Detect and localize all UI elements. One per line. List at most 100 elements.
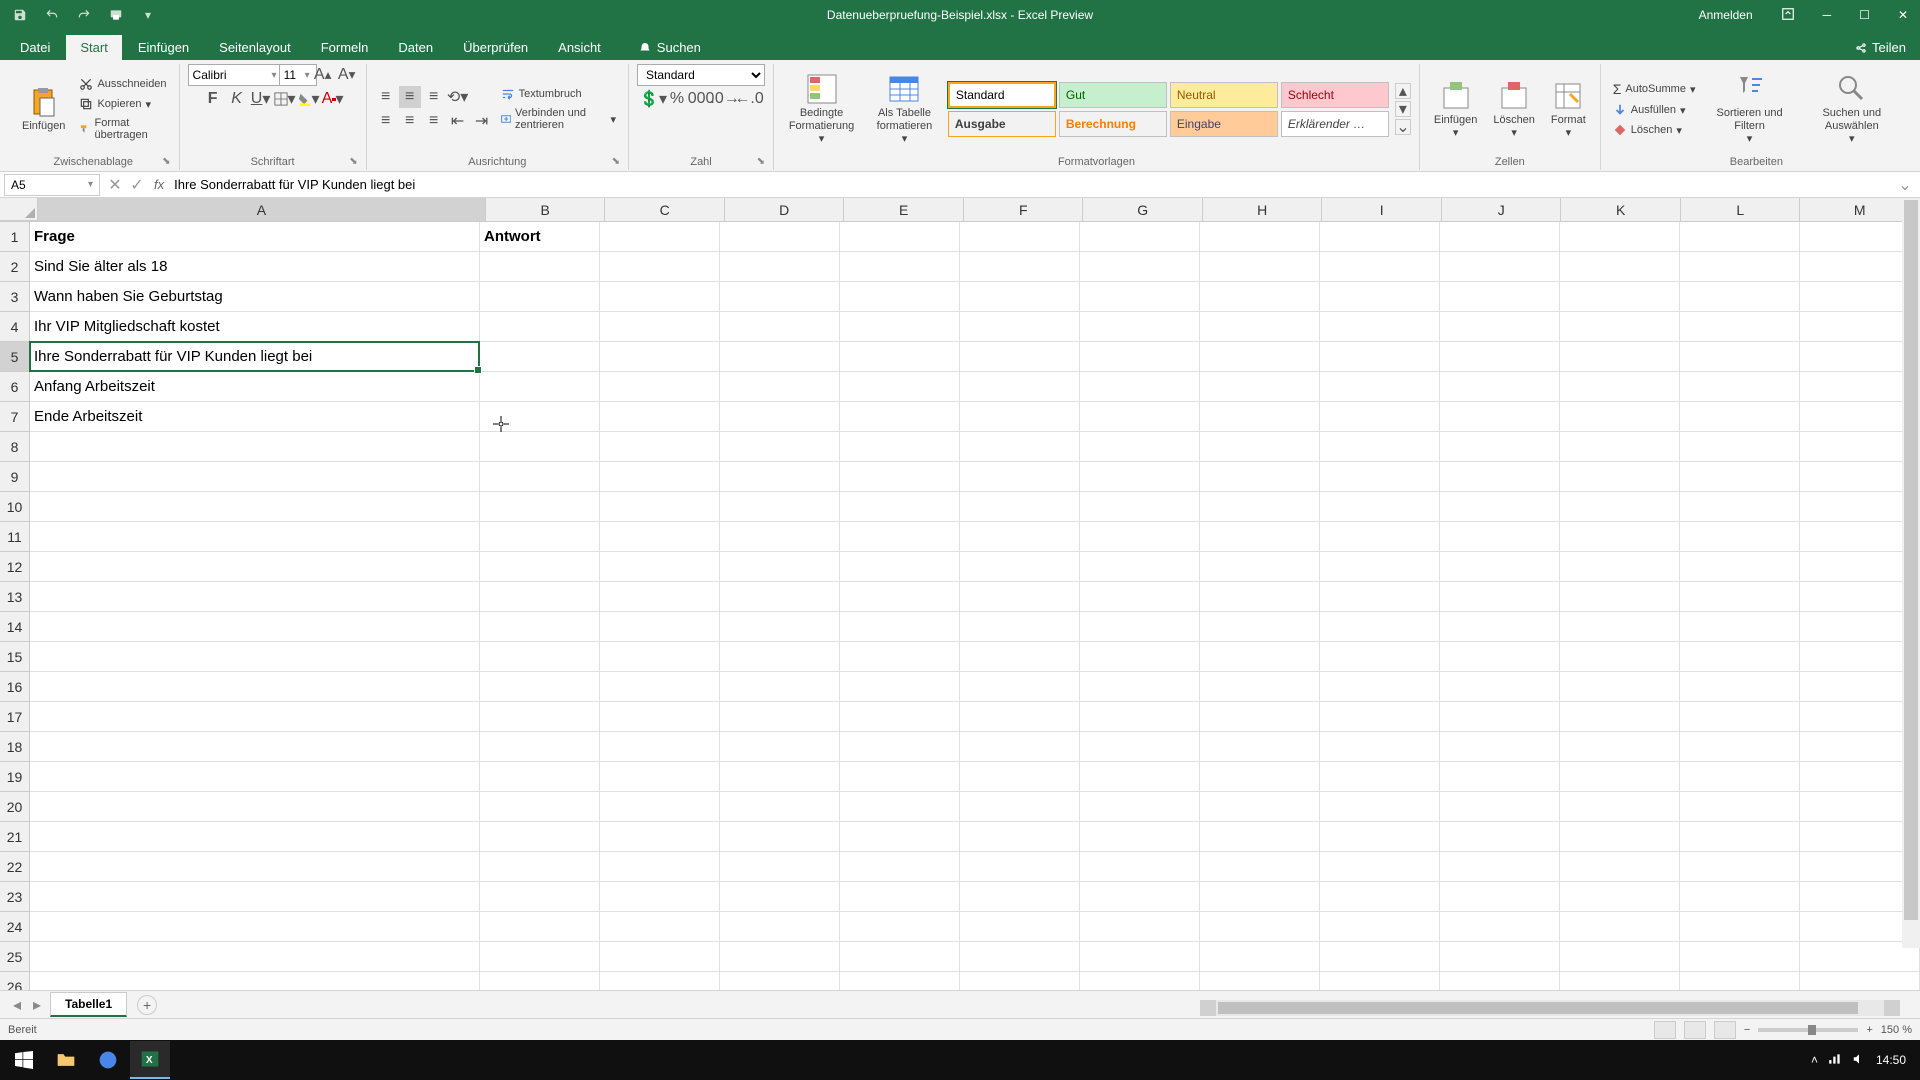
cell-L8[interactable] [1680, 432, 1800, 462]
row-header-2[interactable]: 2 [0, 252, 30, 282]
tell-me-search[interactable]: Suchen [629, 35, 711, 60]
cell-G18[interactable] [1080, 732, 1200, 762]
zoom-level[interactable]: 150 % [1881, 1024, 1912, 1036]
col-header-H[interactable]: H [1203, 198, 1323, 221]
cell-B9[interactable] [480, 462, 600, 492]
align-top-button[interactable]: ≡ [375, 86, 397, 108]
cell-A2[interactable]: Sind Sie älter als 18 [30, 252, 480, 282]
cell-F2[interactable] [960, 252, 1080, 282]
cell-E6[interactable] [840, 372, 960, 402]
align-center-button[interactable]: ≡ [399, 110, 421, 132]
enter-formula-button[interactable]: ✓ [126, 174, 148, 196]
cell-I25[interactable] [1320, 942, 1440, 972]
row-header-7[interactable]: 7 [0, 402, 30, 432]
cell-I19[interactable] [1320, 762, 1440, 792]
row-header-11[interactable]: 11 [0, 522, 30, 552]
cell-E9[interactable] [840, 462, 960, 492]
cell-style-erklaerender[interactable]: Erklärender … [1281, 111, 1389, 137]
cell-H15[interactable] [1200, 642, 1320, 672]
undo-button[interactable] [40, 4, 64, 26]
cell-L16[interactable] [1680, 672, 1800, 702]
cell-H12[interactable] [1200, 552, 1320, 582]
row-header-5[interactable]: 5 [0, 342, 30, 372]
taskbar-excel[interactable]: X [130, 1041, 170, 1079]
cell-F3[interactable] [960, 282, 1080, 312]
cell-E18[interactable] [840, 732, 960, 762]
cell-K6[interactable] [1560, 372, 1680, 402]
cell-A21[interactable] [30, 822, 480, 852]
windows-start-button[interactable] [4, 1041, 44, 1079]
cell-A24[interactable] [30, 912, 480, 942]
cell-E25[interactable] [840, 942, 960, 972]
cell-H10[interactable] [1200, 492, 1320, 522]
cell-L3[interactable] [1680, 282, 1800, 312]
cell-C1[interactable] [600, 222, 720, 252]
cell-style-eingabe[interactable]: Eingabe [1170, 111, 1278, 137]
cell-J17[interactable] [1440, 702, 1560, 732]
cell-I17[interactable] [1320, 702, 1440, 732]
save-button[interactable] [8, 4, 32, 26]
cell-I1[interactable] [1320, 222, 1440, 252]
tab-ansicht[interactable]: Ansicht [544, 35, 615, 60]
cell-J12[interactable] [1440, 552, 1560, 582]
cell-J1[interactable] [1440, 222, 1560, 252]
cell-A8[interactable] [30, 432, 480, 462]
cell-D23[interactable] [720, 882, 840, 912]
italic-button[interactable]: K [226, 88, 248, 110]
cell-E26[interactable] [840, 972, 960, 990]
tab-datei[interactable]: Datei [6, 35, 64, 60]
cell-J9[interactable] [1440, 462, 1560, 492]
cell-B11[interactable] [480, 522, 600, 552]
cell-B13[interactable] [480, 582, 600, 612]
cell-G16[interactable] [1080, 672, 1200, 702]
col-header-B[interactable]: B [486, 198, 606, 221]
cell-B2[interactable] [480, 252, 600, 282]
cell-F1[interactable] [960, 222, 1080, 252]
vertical-scrollbar[interactable] [1902, 198, 1920, 948]
minimize-button[interactable]: ─ [1811, 2, 1844, 28]
cell-K4[interactable] [1560, 312, 1680, 342]
increase-decimal-button[interactable]: .0→ [714, 88, 736, 110]
cell-J4[interactable] [1440, 312, 1560, 342]
cell-L21[interactable] [1680, 822, 1800, 852]
cell-I16[interactable] [1320, 672, 1440, 702]
format-as-table-button[interactable]: Als Tabelle formatieren▾ [865, 71, 944, 146]
cell-D13[interactable] [720, 582, 840, 612]
cell-A9[interactable] [30, 462, 480, 492]
cell-J8[interactable] [1440, 432, 1560, 462]
sheet-tab-tabelle1[interactable]: Tabelle1 [50, 992, 127, 1017]
cell-I18[interactable] [1320, 732, 1440, 762]
row-header-4[interactable]: 4 [0, 312, 30, 342]
cell-C25[interactable] [600, 942, 720, 972]
cell-F23[interactable] [960, 882, 1080, 912]
cell-D5[interactable] [720, 342, 840, 372]
align-right-button[interactable]: ≡ [423, 110, 445, 132]
qat-customize[interactable]: ▾ [136, 4, 160, 26]
align-launcher[interactable]: ⬊ [612, 156, 620, 167]
col-header-K[interactable]: K [1561, 198, 1681, 221]
styles-scroll-down[interactable]: ▾ [1395, 101, 1411, 117]
share-button[interactable]: Teilen [1840, 35, 1920, 60]
cancel-formula-button[interactable]: ✕ [104, 174, 126, 196]
insert-cells-button[interactable]: Einfügen▾ [1428, 78, 1483, 141]
row-header-19[interactable]: 19 [0, 762, 30, 792]
cell-J6[interactable] [1440, 372, 1560, 402]
delete-cells-button[interactable]: Löschen▾ [1487, 78, 1541, 141]
col-header-A[interactable]: A [38, 198, 486, 221]
cell-K26[interactable] [1560, 972, 1680, 990]
cell-A25[interactable] [30, 942, 480, 972]
cell-H24[interactable] [1200, 912, 1320, 942]
cell-A1[interactable]: Frage [30, 222, 480, 252]
cell-I6[interactable] [1320, 372, 1440, 402]
cell-H19[interactable] [1200, 762, 1320, 792]
cell-F5[interactable] [960, 342, 1080, 372]
cell-L6[interactable] [1680, 372, 1800, 402]
cell-J7[interactable] [1440, 402, 1560, 432]
redo-button[interactable] [72, 4, 96, 26]
cell-G3[interactable] [1080, 282, 1200, 312]
cell-F19[interactable] [960, 762, 1080, 792]
cell-L17[interactable] [1680, 702, 1800, 732]
cell-E14[interactable] [840, 612, 960, 642]
cell-H8[interactable] [1200, 432, 1320, 462]
cell-G9[interactable] [1080, 462, 1200, 492]
